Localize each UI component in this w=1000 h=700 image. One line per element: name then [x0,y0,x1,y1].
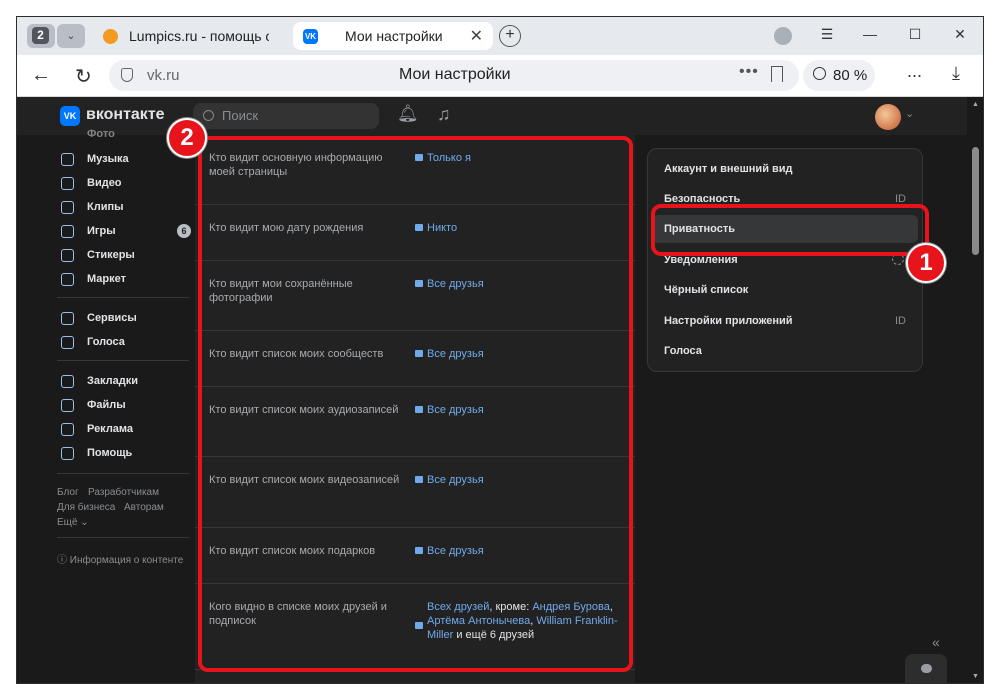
shield-icon [121,68,133,82]
more-dots-icon[interactable]: ••• [739,63,759,81]
tab-label: Lumpics.ru - помощь с ко [129,28,269,44]
scrollbar-thumb[interactable] [972,147,979,255]
search-icon [203,110,214,121]
market-icon [61,273,74,286]
back-arrow-icon[interactable]: ← [31,64,51,87]
avatar[interactable] [875,104,901,130]
chevron-down-icon[interactable]: ⌄ [905,107,914,120]
sidebar-divider [57,297,189,298]
settings-item-account[interactable]: Аккаунт и внешний вид [652,155,918,183]
zoom-magnifier-icon [813,67,826,80]
files-icon [61,399,74,412]
annotation-marker-1: 1 [906,243,946,283]
profile-icon[interactable] [774,27,792,45]
video-icon [61,177,74,190]
page-scrollbar[interactable]: ▲ ▼ [967,97,983,683]
tab-count-button[interactable]: 2 [27,24,55,48]
search-input[interactable]: Поиск [193,103,379,129]
settings-menu: Аккаунт и внешний вид Безопасность ID При… [647,148,923,372]
games-badge: 6 [177,224,191,238]
ads-icon [61,423,74,436]
minimize-icon[interactable]: — [860,26,880,42]
content-info-link[interactable]: ⓘ Информация о контенте [57,551,183,566]
settings-item-votes[interactable]: Голоса [652,337,918,365]
tab-vk-settings[interactable]: VK Мои настройки ✕ [293,22,493,50]
url-text: vk.ru [147,67,180,84]
close-window-icon[interactable]: ✕ [950,26,970,43]
extensions-menu-button[interactable]: ... [907,61,922,82]
new-tab-button[interactable]: + [499,25,521,47]
vk-favicon-icon: VK [303,29,318,44]
sidebar-divider [57,473,189,474]
zoom-level: 80 % [833,67,868,84]
page-title: Мои настройки [399,66,511,83]
sidebar-divider [57,360,189,361]
settings-item-apps[interactable]: Настройки приложений ID [652,307,918,335]
games-icon [61,225,74,238]
tab-label: Мои настройки [345,28,443,44]
tab-list-chevron-icon[interactable]: ⌄ [57,24,85,48]
vk-brand[interactable]: вконтакте [86,106,165,124]
reload-icon[interactable]: ↻ [75,64,92,89]
help-icon [61,447,74,460]
close-tab-icon[interactable]: ✕ [470,26,483,46]
address-bar-row: ← ↻ vk.ru Мои настройки ••• 80 % ... ⤓ [17,55,983,97]
footer-blog-link[interactable]: Блог [57,487,79,498]
stickers-icon [61,249,74,262]
scroll-down-icon[interactable]: ▼ [972,673,979,680]
tab-lumpics[interactable]: Lumpics.ru - помощь с ко [93,22,293,50]
footer-more-link[interactable]: Ещё ⌄ [57,517,89,528]
footer-developers-link[interactable]: Разработчикам [88,487,159,498]
bookmark-icon[interactable] [771,66,783,82]
chat-bubble-icon [921,664,932,673]
footer-authors-link[interactable]: Авторам [124,502,164,513]
collapse-chevron-icon[interactable]: « [932,634,940,650]
clips-icon [61,201,74,214]
bookmarks-icon [61,375,74,388]
left-sidebar: Фото Музыка Видео Клипы Игры 6 Стикеры Ма… [55,128,195,683]
download-icon[interactable]: ⤓ [952,63,960,84]
votes-icon [61,336,74,349]
sidebar-item-games[interactable]: Игры 6 [61,222,195,242]
chat-button[interactable] [905,654,947,683]
browser-menu-icon[interactable]: ☰ [817,26,837,43]
vk-id-icon: ID [895,315,906,327]
sidebar-divider [57,537,189,538]
highlight-privacy-item [651,204,929,256]
music-note-icon[interactable]: ♫ [437,104,451,125]
address-bar[interactable]: vk.ru Мои настройки ••• [109,60,799,91]
vk-header: VK вконтакте Поиск 🔔︎ ♫ ⌄ [17,97,967,135]
annotation-marker-2: 2 [167,118,207,158]
tab-strip: 2 ⌄ Lumpics.ru - помощь с ко VK Мои наст… [17,17,983,55]
highlight-privacy-list [198,136,633,672]
scroll-up-icon[interactable]: ▲ [972,101,979,108]
settings-item-blacklist[interactable]: Чёрный список [652,276,918,304]
tab-count: 2 [32,27,49,44]
services-icon [61,312,74,325]
lumpics-favicon-icon [103,29,118,44]
maximize-icon[interactable]: ☐ [905,26,925,43]
zoom-button[interactable]: 80 % [803,60,875,91]
search-placeholder: Поиск [222,108,259,123]
music-icon [61,153,74,166]
vk-logo-icon[interactable]: VK [60,106,80,126]
bell-icon[interactable]: 🔔︎ [397,104,419,124]
footer-business-link[interactable]: Для бизнеса [57,502,115,513]
browser-window: 2 ⌄ Lumpics.ru - помощь с ко VK Мои наст… [16,16,984,684]
